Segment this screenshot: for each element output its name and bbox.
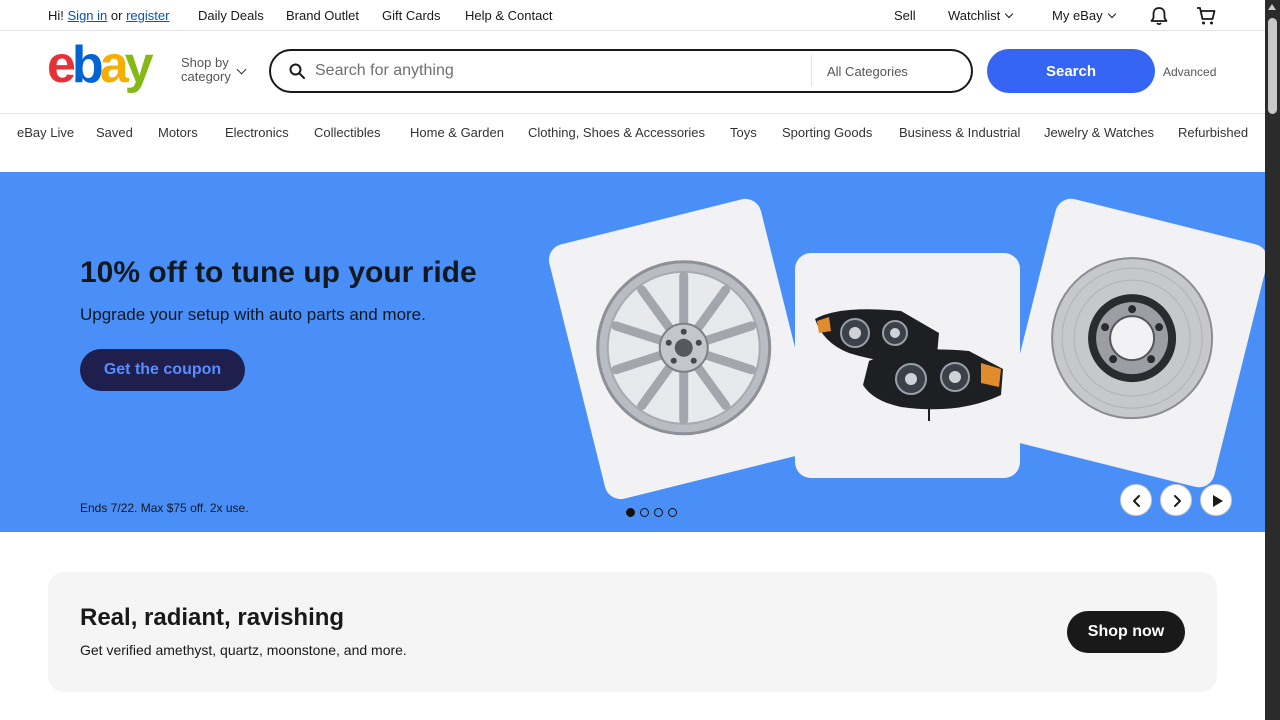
carousel-dot-3[interactable] — [654, 508, 663, 517]
daily-deals-link[interactable]: Daily Deals — [198, 8, 264, 23]
carousel-next-button[interactable] — [1160, 484, 1192, 516]
nav-item-sporting-goods[interactable]: Sporting Goods — [782, 125, 872, 140]
watchlist-menu[interactable]: Watchlist — [948, 8, 1014, 23]
get-coupon-button[interactable]: Get the coupon — [80, 349, 245, 391]
category-nav: eBay Live Saved Motors Electronics Colle… — [0, 115, 1265, 149]
carousel-dot-4[interactable] — [668, 508, 677, 517]
or-text: or — [110, 8, 123, 23]
headlights-graphic — [815, 309, 1003, 421]
carousel-dot-1[interactable] — [626, 508, 635, 517]
search-box: All Categories — [269, 49, 973, 93]
carousel-play-button[interactable] — [1200, 484, 1232, 516]
hero-banner[interactable]: 10% off to tune up your ride Upgrade you… — [0, 172, 1265, 532]
search-input[interactable] — [315, 57, 805, 85]
ebay-logo[interactable]: ebay — [47, 40, 167, 96]
brake-rotor-graphic — [1051, 257, 1214, 420]
chevron-right-icon — [1174, 495, 1181, 507]
greeting: Hi! Sign in or register — [48, 8, 169, 23]
nav-item-clothing[interactable]: Clothing, Shoes & Accessories — [528, 125, 705, 140]
nav-item-electronics[interactable]: Electronics — [225, 125, 289, 140]
promo-title: Real, radiant, ravishing — [80, 604, 345, 631]
nav-item-toys[interactable]: Toys — [730, 125, 757, 140]
carousel-previous-button[interactable] — [1120, 484, 1152, 516]
greeting-text: Hi! — [48, 8, 64, 23]
nav-item-business-industrial[interactable]: Business & Industrial — [899, 125, 1020, 140]
shop-by-category-button[interactable]: Shop by category — [181, 56, 231, 84]
nav-item-saved[interactable]: Saved — [96, 125, 133, 140]
page-scrollbar[interactable] — [1265, 0, 1280, 720]
search-icon — [289, 63, 305, 79]
headlights-image — [795, 253, 1020, 478]
watchlist-label: Watchlist — [948, 8, 1001, 23]
nav-item-collectibles[interactable]: Collectibles — [314, 125, 380, 140]
brake-rotor-image — [998, 195, 1265, 491]
gift-cards-link[interactable]: Gift Cards — [382, 8, 441, 23]
category-select[interactable]: All Categories — [827, 64, 908, 79]
help-contact-link[interactable]: Help & Contact — [465, 8, 552, 23]
shop-now-button[interactable]: Shop now — [1067, 611, 1185, 653]
nav-item-ebay-live[interactable]: eBay Live — [17, 125, 74, 140]
search-button[interactable]: Search — [987, 49, 1155, 93]
bell-icon[interactable] — [1150, 6, 1168, 31]
wheel-rim-image — [545, 195, 821, 503]
svg-text:ebay: ebay — [47, 40, 154, 94]
promo-text: Get verified amethyst, quartz, moonstone… — [80, 642, 407, 658]
brand-outlet-link[interactable]: Brand Outlet — [286, 8, 359, 23]
chevron-left-icon — [1133, 495, 1140, 507]
register-link[interactable]: register — [126, 8, 169, 23]
scroll-up-arrow-icon[interactable] — [1268, 4, 1276, 10]
hero-title: 10% off to tune up your ride — [80, 256, 477, 289]
nav-item-refurbished[interactable]: Refurbished — [1178, 125, 1248, 140]
advanced-search-link[interactable]: Advanced — [1163, 65, 1216, 79]
wheel-rim-graphic — [596, 260, 772, 436]
cart-icon[interactable] — [1196, 6, 1216, 31]
hero-subtitle: Upgrade your setup with auto parts and m… — [80, 305, 426, 324]
site-header: ebay Shop by category All Categories Sea… — [0, 32, 1265, 114]
chevron-down-icon — [236, 64, 247, 75]
my-ebay-menu[interactable]: My eBay — [1052, 8, 1116, 23]
nav-item-home-garden[interactable]: Home & Garden — [410, 125, 504, 140]
play-icon — [1213, 495, 1223, 507]
top-utility-bar: Hi! Sign in or register Daily Deals Bran… — [0, 0, 1265, 31]
shop-by-line2: category — [181, 69, 231, 84]
chevron-down-icon — [1107, 9, 1116, 19]
nav-item-jewelry-watches[interactable]: Jewelry & Watches — [1044, 125, 1154, 140]
shop-by-line1: Shop by — [181, 55, 229, 70]
carousel-dot-2[interactable] — [640, 508, 649, 517]
sign-in-link[interactable]: Sign in — [68, 8, 108, 23]
chevron-down-icon — [1005, 9, 1014, 19]
hero-terms: Ends 7/22. Max $75 off. 2x use. — [80, 501, 249, 515]
nav-item-motors[interactable]: Motors — [158, 125, 198, 140]
promo-card[interactable]: Real, radiant, ravishing Get verified am… — [48, 572, 1217, 692]
search-divider — [811, 55, 812, 87]
my-ebay-label: My eBay — [1052, 8, 1103, 23]
sell-link[interactable]: Sell — [894, 8, 916, 23]
scrollbar-thumb[interactable] — [1268, 18, 1277, 114]
